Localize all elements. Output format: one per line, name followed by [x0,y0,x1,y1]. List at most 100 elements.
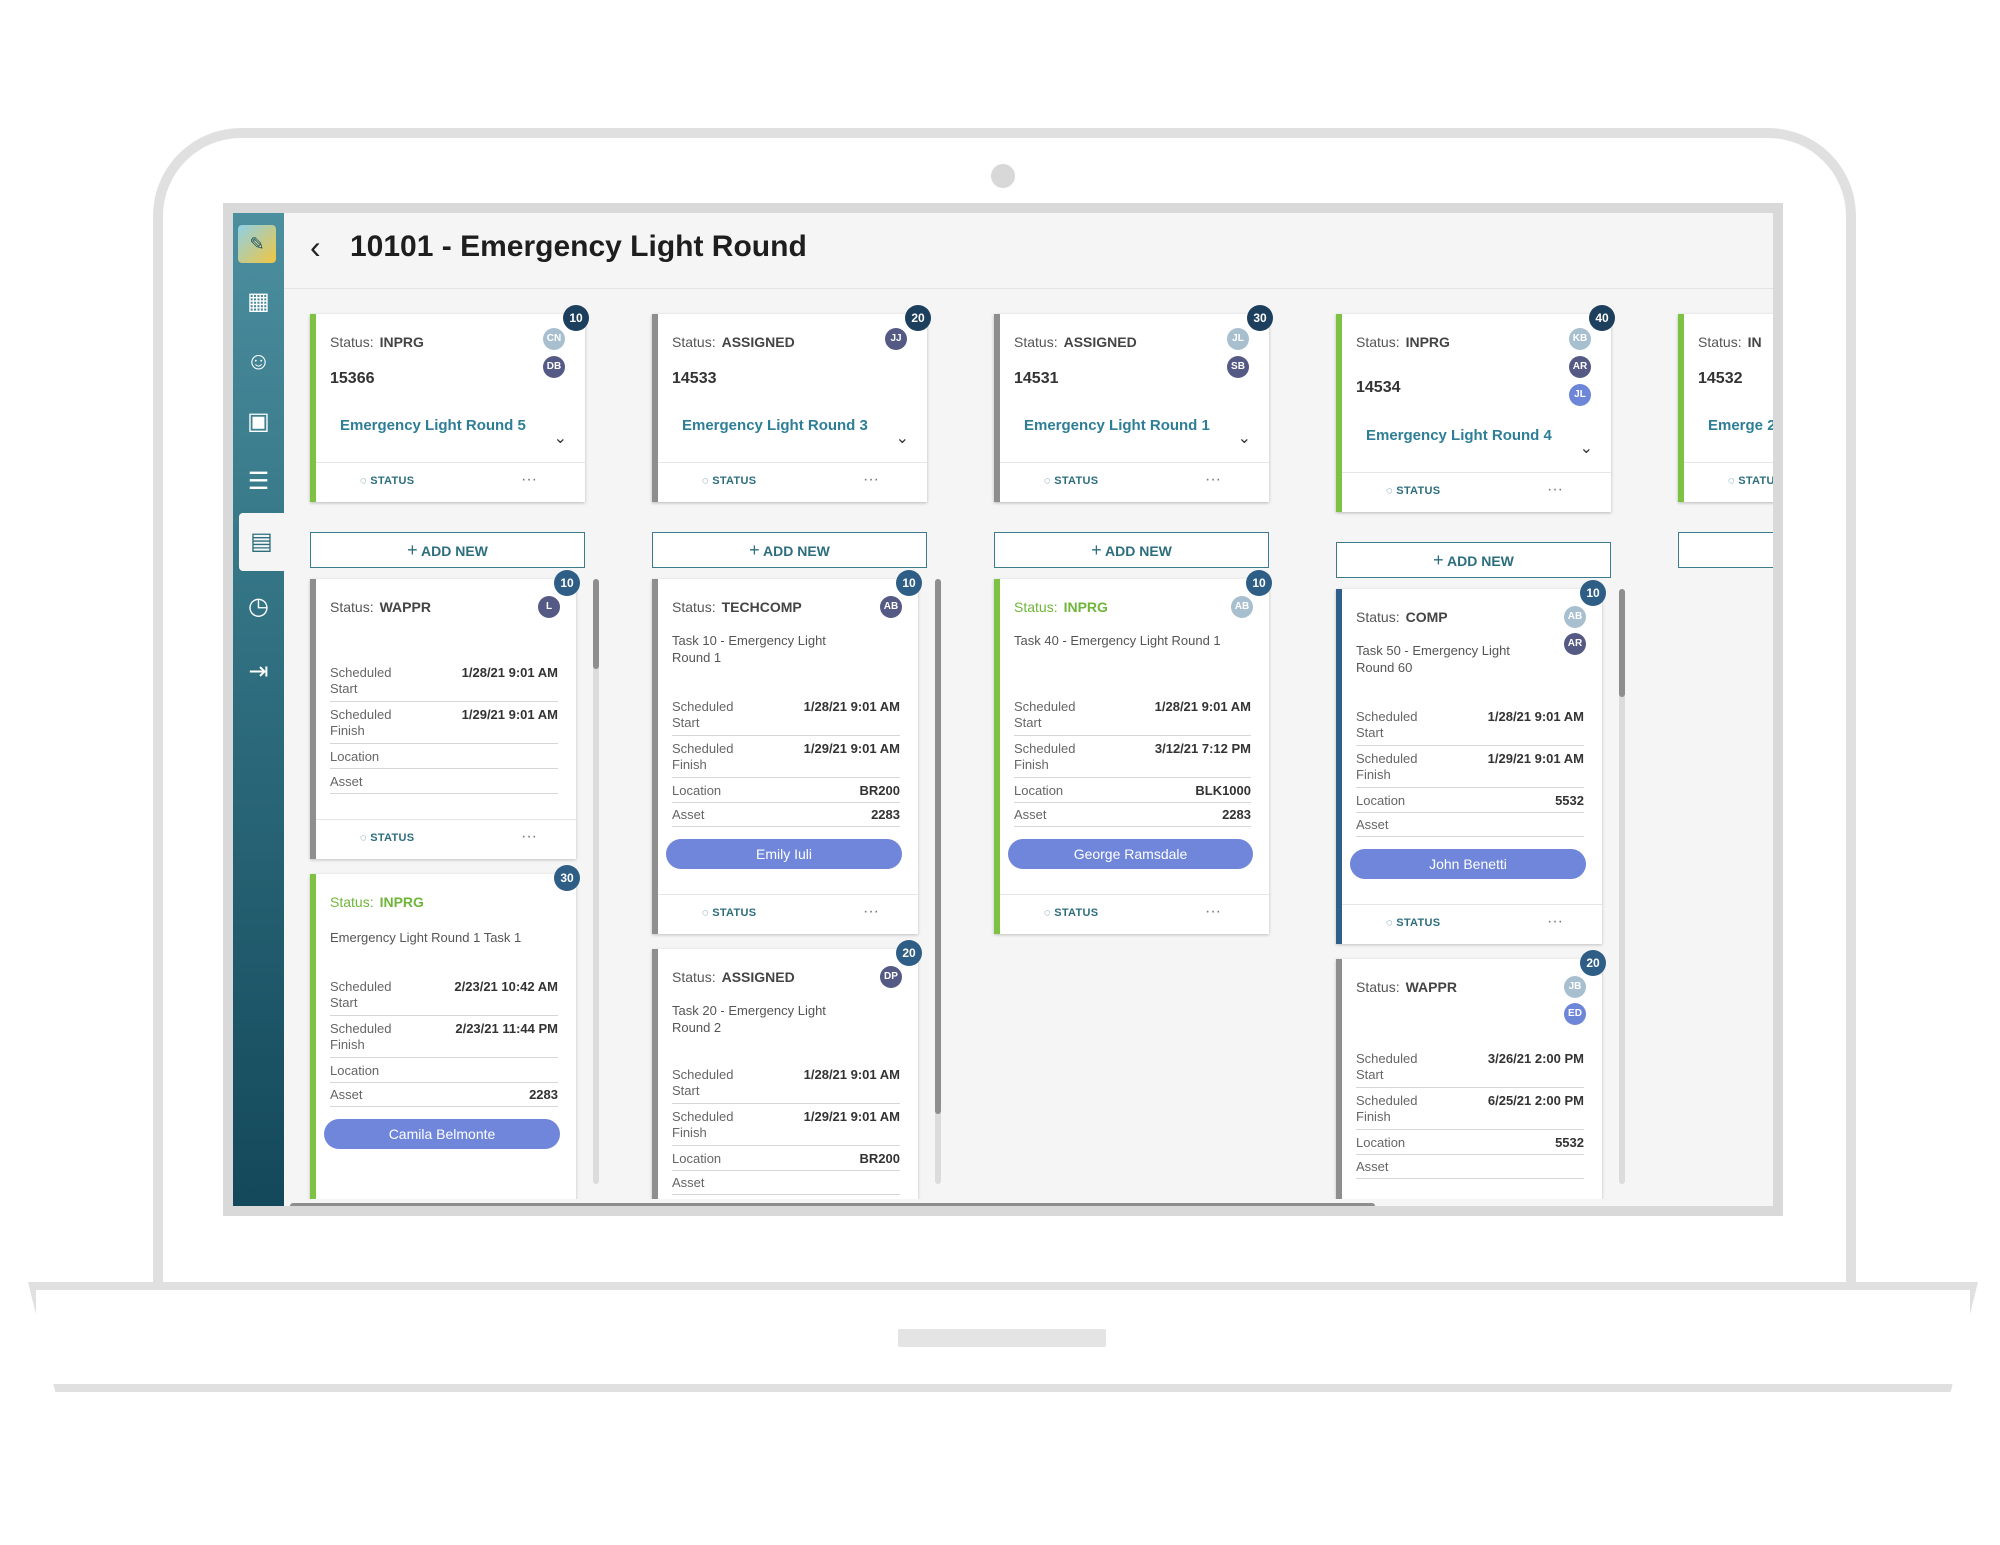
scrollbar-thumb[interactable] [1619,589,1625,697]
task-card[interactable]: Status: COMP AB AR Task 50 - Emergency Li… [1336,589,1602,944]
laptop-camera [991,164,1015,188]
avatar: DP [880,966,902,988]
chevron-down-icon[interactable]: ⌄ [1238,428,1251,448]
work-order-header-card[interactable]: Status:IN 14532 Emerge 2 ◌ STATUS [1678,314,1773,502]
assignee-chip[interactable]: Camila Belmonte [324,1119,560,1149]
scheduled-finish-row: Scheduled Finish 1/29/21 9:01 AM [330,707,558,744]
location-row: Location BR200 [672,1151,900,1171]
avatar: ED [1564,1003,1586,1025]
add-new-button[interactable] [1678,532,1773,568]
status-button[interactable]: ◌ STATUS [1386,917,1440,929]
sequence-badge: 10 [1246,570,1272,596]
asset-row: Asset 2283 [1014,807,1251,827]
scrollbar-thumb[interactable] [935,579,941,1114]
task-description: Task 10 - Emergency Light Round 1 [672,633,826,665]
assignee-chip[interactable]: Emily Iuli [666,839,902,869]
task-description: Task 20 - Emergency Light Round 2 [672,1003,826,1035]
work-order-header-card[interactable]: Status: ASSIGNED JJ 14533 Emergency Light… [652,314,927,502]
card-footer: ◌ STATUS ··· [316,462,585,502]
app-logo-icon[interactable]: ✎ [238,225,276,263]
work-order-title[interactable]: Emergency Light Round 1 [1024,416,1244,435]
chevron-down-icon[interactable]: ⌄ [554,428,567,448]
status-button[interactable]: ◌ STATUS [360,475,414,487]
column-scrollbar[interactable] [935,579,941,1184]
status-text: Status: INPRG [330,334,424,350]
chevron-down-icon[interactable]: ⌄ [1580,438,1593,458]
status-text: Status: INPRG [1356,334,1450,350]
more-menu-icon[interactable]: ··· [1205,903,1221,921]
more-menu-icon[interactable]: ··· [521,828,537,846]
scheduled-start-row: Scheduled Start 1/28/21 9:01 AM [330,665,558,702]
location-row: Location [330,749,558,769]
assignee-chip[interactable]: George Ramsdale [1008,839,1253,869]
status-button[interactable]: ◌ STATUS [360,832,414,844]
more-menu-icon[interactable]: ··· [1547,481,1563,499]
logout-icon[interactable]: ⇥ [233,643,284,701]
more-menu-icon[interactable]: ··· [1205,471,1221,489]
status-text: Status: INPRG [1014,599,1108,615]
add-new-button[interactable]: + ADD NEW [1336,542,1611,578]
column-scrollbar[interactable] [1619,589,1625,1184]
avatar: JB [1564,976,1586,998]
task-card[interactable]: Status: INPRG Emergency Light Round 1 Tas… [310,874,576,1199]
scheduled-finish-row: Scheduled Finish 2/23/21 11:44 PM [330,1021,558,1058]
status-button[interactable]: ◌ STATUS [702,475,756,487]
asset-row: Asset [1356,817,1584,837]
card-footer: ◌ STATUS ··· [1000,462,1269,502]
status-button[interactable]: ◌ STATUS [1386,485,1440,497]
task-card[interactable]: Status: ASSIGNED DP Task 20 - Emergency L… [652,949,918,1199]
scrollbar-thumb[interactable] [593,579,599,669]
dashboard-icon[interactable]: ▦ [233,273,284,331]
location-row: Location 5532 [1356,1135,1584,1155]
sequence-badge: 10 [896,570,922,596]
status-button[interactable]: ◌ STATUS [1044,907,1098,919]
scheduled-finish-row: Scheduled Finish 6/25/21 2:00 PM [1356,1093,1584,1130]
back-chevron-icon[interactable]: ‹ [310,227,321,267]
clipboard-icon[interactable]: ▤ [239,513,284,571]
task-card[interactable]: Status: TECHCOMP AB Task 10 - Emergency L… [652,579,918,934]
avatar: DB [543,356,565,378]
scheduled-finish-row: Scheduled Finish 3/12/21 7:12 PM [1014,741,1251,778]
avatar: AB [880,596,902,618]
column-scrollbar[interactable] [593,579,599,1184]
board-column: Status:IN 14532 Emerge 2 ◌ STATUS [1678,289,1773,1199]
work-order-title[interactable]: Emerge 2 [1708,416,1773,435]
status-button[interactable]: ◌ STATUS [1728,475,1773,487]
work-order-title[interactable]: Emergency Light Round 5 [340,416,560,435]
status-text: Status: WAPPR [330,599,431,615]
assignee-chip[interactable]: John Benetti [1350,849,1586,879]
location-row: Location BLK1000 [1014,783,1251,803]
task-card[interactable]: Status: INPRG AB Task 40 - Emergency Ligh… [994,579,1269,934]
more-menu-icon[interactable]: ··· [863,471,879,489]
avatar: AB [1564,606,1586,628]
board-horizontal-scrollbar[interactable] [290,1203,1375,1206]
more-menu-icon[interactable]: ··· [863,903,879,921]
scheduled-start-row: Scheduled Start 1/28/21 9:01 AM [1014,699,1251,736]
status-button[interactable]: ◌ STATUS [702,907,756,919]
list-icon[interactable]: ☰ [233,453,284,511]
work-order-header-card[interactable]: Status: INPRG KB AR JL 14534 Emergency Li… [1336,314,1611,512]
people-icon[interactable]: ☺ [233,333,284,391]
avatar: JL [1227,328,1249,350]
status-button[interactable]: ◌ STATUS [1044,475,1098,487]
task-card[interactable]: Status: WAPPR JB ED Scheduled Start 3/26/2… [1336,959,1602,1199]
avatar: JL [1569,384,1591,406]
more-menu-icon[interactable]: ··· [521,471,537,489]
add-new-button[interactable]: + ADD NEW [652,532,927,568]
work-order-title[interactable]: Emergency Light Round 4 [1366,426,1586,445]
sequence-badge: 40 [1589,305,1615,331]
add-new-button[interactable]: + ADD NEW [310,532,585,568]
work-order-header-card[interactable]: Status: INPRG CN DB 15366 Emergency Light… [310,314,585,502]
sequence-badge: 20 [905,305,931,331]
more-menu-icon[interactable]: ··· [1547,913,1563,931]
add-new-button[interactable]: + ADD NEW [994,532,1269,568]
card-footer: ◌ STATUS ··· [1342,472,1611,512]
task-description: Task 40 - Emergency Light Round 1 [1014,633,1221,648]
chevron-down-icon[interactable]: ⌄ [896,428,909,448]
work-order-header-card[interactable]: Status: ASSIGNED JL SB 14531 Emergency Li… [994,314,1269,502]
task-card[interactable]: Status: WAPPR L Scheduled Start 1/28/21 9:… [310,579,576,859]
clock-icon[interactable]: ◷ [233,578,284,636]
work-order-title[interactable]: Emergency Light Round 3 [682,416,902,435]
status-text: Status: WAPPR [1356,979,1457,995]
calendar-icon[interactable]: ▣ [233,393,284,451]
